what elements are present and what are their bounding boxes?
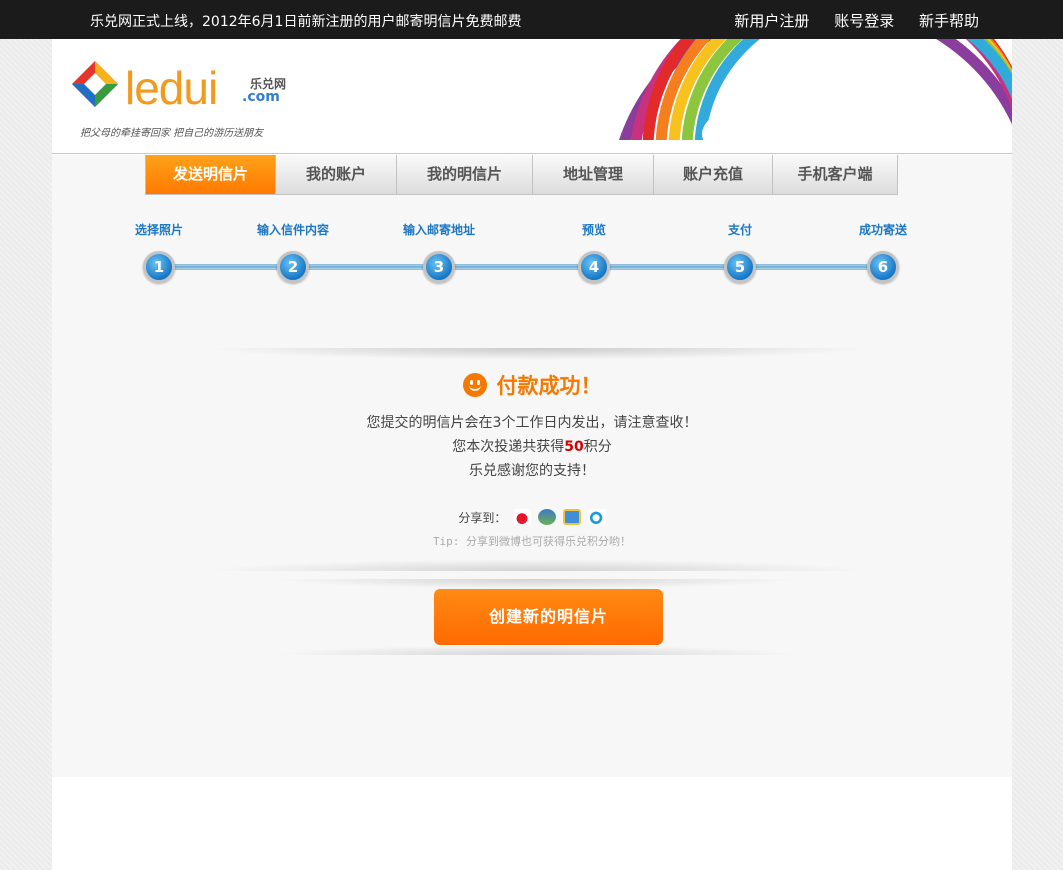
smile-icon bbox=[462, 373, 487, 397]
share-label: 分享到： bbox=[458, 511, 507, 525]
points-message: 您本次投递共获得50积分 bbox=[52, 436, 1012, 456]
points-suffix: 积分 bbox=[583, 439, 612, 455]
step-number: 1 bbox=[143, 251, 175, 283]
step-label: 选择照片 bbox=[134, 223, 183, 237]
step-label: 输入邮寄地址 bbox=[402, 223, 475, 237]
logo-domain: .com bbox=[242, 89, 280, 105]
main-content: 发送明信片 我的账户 我的明信片 地址管理 账户充值 手机客户端 选择照片 1 … bbox=[52, 155, 1012, 777]
step-number: 6 bbox=[867, 251, 899, 283]
tab-address-management[interactable]: 地址管理 bbox=[533, 155, 654, 194]
tencent-weibo-icon[interactable] bbox=[587, 509, 606, 525]
step-1: 选择照片 1 bbox=[99, 221, 219, 283]
thanks-message: 乐兑感谢您的支持！ bbox=[469, 463, 595, 479]
tab-account-recharge[interactable]: 账户充值 bbox=[654, 155, 773, 194]
create-new-postcard-button[interactable]: 创建新的明信片 bbox=[434, 589, 663, 645]
step-4: 预览 4 bbox=[534, 221, 654, 283]
main-nav: 发送明信片 我的账户 我的明信片 地址管理 账户充值 手机客户端 bbox=[145, 155, 898, 195]
step-6: 成功寄送 6 bbox=[823, 221, 943, 283]
rainbow-banner bbox=[617, 39, 1012, 140]
step-3: 输入邮寄地址 3 bbox=[379, 221, 499, 283]
qzone-icon[interactable] bbox=[562, 509, 581, 525]
tab-my-account[interactable]: 我的账户 bbox=[276, 155, 397, 194]
success-heading: 付款成功！ bbox=[52, 370, 1012, 400]
announcement-text: 乐兑网正式上线，2012年6月1日前新注册的用户邮寄明信片免费邮费 bbox=[90, 14, 522, 30]
step-2: 输入信件内容 2 bbox=[233, 221, 353, 283]
share-row: 分享到： bbox=[52, 509, 1012, 526]
logo-diamond-icon bbox=[72, 61, 118, 107]
step-label: 输入信件内容 bbox=[256, 223, 329, 237]
site-slogan: 把父母的牵挂寄回家 把自己的游历送朋友 bbox=[80, 128, 264, 139]
divider-shadow bbox=[202, 348, 872, 360]
login-link[interactable]: 账号登录 bbox=[834, 12, 894, 30]
step-5: 支付 5 bbox=[680, 221, 800, 283]
step-label: 预览 bbox=[581, 223, 606, 237]
step-number: 5 bbox=[724, 251, 756, 283]
points-prefix: 您本次投递共获得 bbox=[452, 439, 565, 455]
progress-steps: 选择照片 1 输入信件内容 2 输入邮寄地址 3 预览 4 支付 5 成功寄送 … bbox=[52, 221, 1012, 291]
tab-my-postcards[interactable]: 我的明信片 bbox=[397, 155, 533, 194]
divider-shadow bbox=[202, 559, 872, 571]
share-tip: Tip: 分享到微博也可获得乐兑积分哟！ bbox=[432, 535, 632, 548]
divider-shadow bbox=[272, 579, 802, 589]
site-header: ledui 乐兑网 .com 把父母的牵挂寄回家 把自己的游历送朋友 bbox=[52, 39, 1012, 154]
step-number: 3 bbox=[423, 251, 455, 283]
page-container: ledui 乐兑网 .com 把父母的牵挂寄回家 把自己的游历送朋友 发送明信片… bbox=[52, 39, 1012, 870]
step-label: 支付 bbox=[727, 223, 752, 237]
renren-icon[interactable] bbox=[538, 509, 556, 525]
step-number: 4 bbox=[578, 251, 610, 283]
step-number: 2 bbox=[277, 251, 309, 283]
tab-mobile-client[interactable]: 手机客户端 bbox=[773, 155, 897, 194]
divider-shadow bbox=[272, 645, 802, 655]
tab-send-postcard[interactable]: 发送明信片 bbox=[146, 155, 276, 194]
points-value: 50 bbox=[564, 439, 584, 455]
top-bar: 乐兑网正式上线，2012年6月1日前新注册的用户邮寄明信片免费邮费 新用户注册 … bbox=[0, 0, 1063, 39]
top-links: 新用户注册 账号登录 新手帮助 bbox=[714, 10, 979, 31]
weibo-icon[interactable] bbox=[513, 509, 532, 525]
register-link[interactable]: 新用户注册 bbox=[734, 12, 809, 30]
help-link[interactable]: 新手帮助 bbox=[919, 12, 979, 30]
step-label: 成功寄送 bbox=[858, 223, 907, 237]
delivery-message: 您提交的明信片会在3个工作日内发出，请注意查收！ bbox=[366, 415, 698, 431]
success-title-text: 付款成功！ bbox=[496, 374, 602, 398]
logo-wordmark: ledui bbox=[125, 62, 218, 114]
